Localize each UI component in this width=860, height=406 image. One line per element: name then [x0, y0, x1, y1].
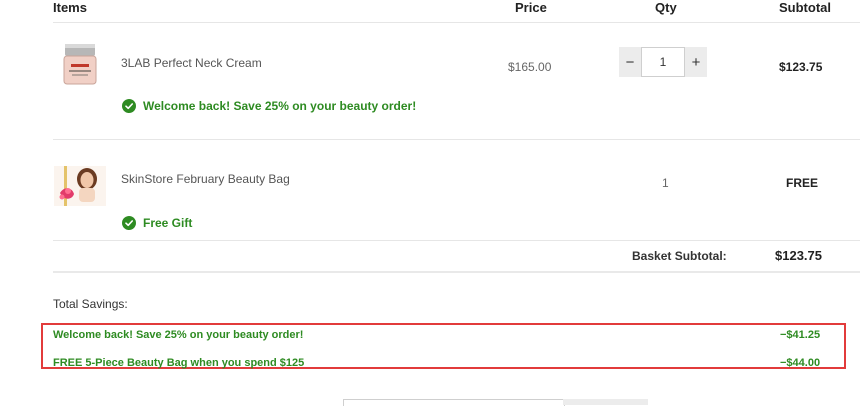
savings-item-amount: −$41.25	[780, 329, 821, 341]
subtotal-divider	[53, 271, 860, 273]
promo-text: Welcome back! Save 25% on your beauty or…	[143, 99, 417, 113]
column-header-qty: Qty	[655, 0, 677, 15]
basket-subtotal-label: Basket Subtotal:	[632, 249, 727, 263]
row-subtotal: FREE	[786, 176, 819, 190]
promo-message: Welcome back! Save 25% on your beauty or…	[122, 99, 416, 113]
product-thumbnail-beauty-bag[interactable]	[54, 166, 106, 206]
check-circle-icon	[122, 216, 136, 230]
total-savings-label: Total Savings:	[53, 297, 128, 311]
basket-subtotal-value: $123.75	[775, 248, 822, 263]
header-divider	[53, 22, 860, 23]
qty-decrease-button[interactable]: −	[619, 47, 641, 77]
column-header-price: Price	[515, 0, 547, 15]
product-name[interactable]: 3LAB Perfect Neck Cream	[121, 56, 262, 70]
quantity-stepper[interactable]: − 1 +	[619, 47, 707, 77]
qty-increase-button[interactable]: +	[685, 47, 707, 77]
savings-item-amount: −$44.00	[780, 357, 821, 369]
row-subtotal: $123.75	[779, 60, 823, 74]
free-gift-message: Free Gift	[122, 216, 192, 230]
product-thumbnail-neck-cream[interactable]	[61, 42, 99, 88]
savings-item-label: Welcome back! Save 25% on your beauty or…	[53, 329, 304, 341]
product-price: $165.00	[508, 60, 552, 74]
column-header-subtotal: Subtotal	[779, 0, 831, 15]
qty-input[interactable]: 1	[641, 47, 685, 77]
secondary-button-edge[interactable]	[563, 399, 648, 405]
check-circle-icon	[122, 99, 136, 113]
product-name[interactable]: SkinStore February Beauty Bag	[121, 172, 290, 186]
row-divider	[53, 139, 860, 140]
row-qty-static: 1	[662, 176, 669, 190]
column-header-items: Items	[53, 0, 87, 15]
row-divider	[53, 240, 860, 241]
savings-item-label: FREE 5-Piece Beauty Bag when you spend $…	[53, 357, 305, 369]
free-gift-text: Free Gift	[143, 216, 193, 230]
